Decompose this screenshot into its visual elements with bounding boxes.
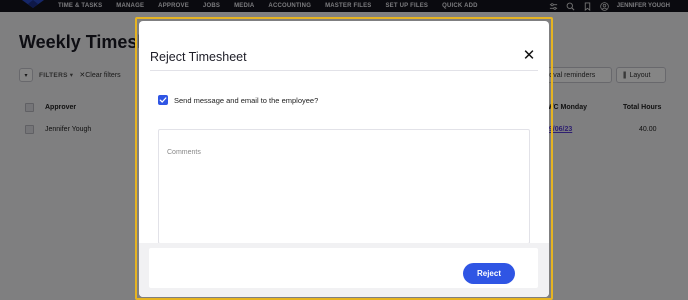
- checkmark-icon: [159, 97, 167, 103]
- comments-placeholder: Comments: [167, 149, 201, 156]
- notify-employee-label[interactable]: Send message and email to the employee?: [174, 96, 318, 105]
- close-dialog-button[interactable]: ✕: [522, 46, 536, 64]
- close-icon: ✕: [522, 46, 536, 64]
- dialog-footer: Reject: [139, 243, 549, 297]
- reject-timesheet-dialog: Reject Timesheet ✕ Send message and emai…: [139, 21, 549, 297]
- comments-textarea[interactable]: Comments: [158, 129, 530, 244]
- title-divider: [150, 70, 538, 71]
- notify-employee-checkbox[interactable]: [158, 95, 168, 105]
- dialog-footer-panel: Reject: [149, 248, 538, 288]
- reject-button[interactable]: Reject: [463, 263, 515, 284]
- notify-employee-option: Send message and email to the employee?: [158, 94, 318, 106]
- dialog-title: Reject Timesheet: [150, 50, 247, 64]
